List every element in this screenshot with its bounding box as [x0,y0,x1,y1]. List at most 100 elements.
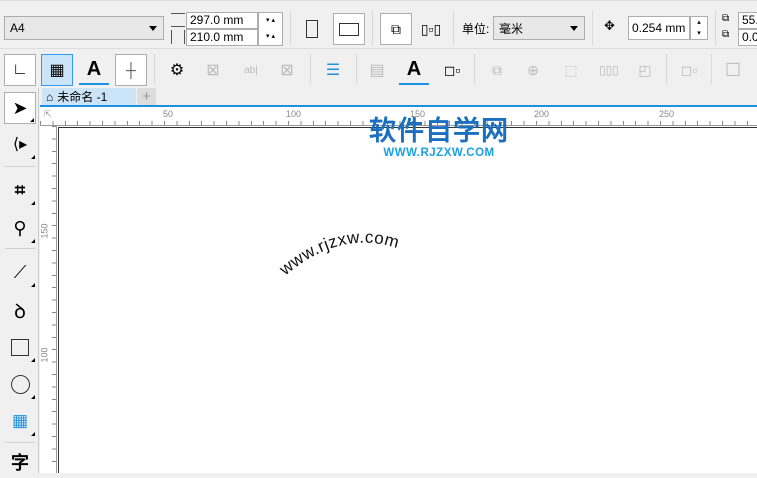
landscape-button[interactable] [333,13,365,45]
text-field-button: ab| [236,55,266,85]
watermark-url: WWW.RJZXW.COM [383,147,495,159]
grid-icon: ▦ [49,62,65,79]
nudge-input[interactable]: 0.254 mm [628,16,690,40]
standard-toolbar: ∟ ▦ A ┼ ⚙ ⊠ ab| ⊠ ☰ ▤ A ◻▫ ⧉ ⊕ ⬚ ▯▯▯ ◰ ◻… [0,48,757,88]
unit-label: 单位: [462,22,490,36]
image-remove-icon: ⊠ [280,62,294,79]
magnifier-icon: ⚲ [13,217,27,238]
ruler-tick-label: 50 [163,109,174,119]
duplicate-y-input[interactable]: 0.0 [738,29,757,46]
freehand-tool[interactable]: ⟋ [4,256,36,288]
rulers-button[interactable]: ∟ [4,54,36,86]
crop-tool[interactable]: ⌗ [4,174,36,206]
document-tabs: ⌂ 未命名 -1 + [40,88,757,107]
drawing-canvas[interactable]: www.rjzxw.com [57,126,757,473]
snap-icon: ◻▫ [443,61,461,78]
insert-image-button: ⊠ [198,55,228,85]
artistic-media-tool[interactable]: ꝺ [4,294,36,326]
zoom-tool[interactable]: ⚲ [4,212,36,244]
snap-bounds-button: ⬚ [556,55,586,85]
node-edit-icon: ⟨▸ [12,136,28,153]
grid-icon: ▦ [11,411,29,430]
scale-button: ◰ [630,55,660,85]
chevron-down-icon [570,26,578,31]
snap-center-icon: ⊕ [527,61,539,78]
lines-icon: ☰ [325,62,341,79]
curved-text: www.rjzxw.com [275,228,401,280]
page-width-input[interactable]: 297.0 mm [186,12,258,29]
table-tool[interactable]: ▦ [4,405,36,437]
frame-icon: ☐ [724,59,742,80]
home-icon: ⌂ [46,89,54,104]
snap-bounds-icon: ⬚ [564,61,578,78]
snap-center-button: ⊕ [518,55,548,85]
vertical-ruler[interactable]: 150 100 [40,126,57,473]
distribute-button: ▯▯▯ [594,55,624,85]
tab-title: 未命名 -1 [57,90,108,104]
pick-tool[interactable]: ➤ [4,92,36,124]
watermark-logo: 软件自学网 WWW.RJZXW.COM [366,116,512,160]
unit-value: 毫米 [499,21,524,36]
text-icon: A [406,57,422,80]
portrait-button[interactable] [297,14,327,44]
page-gear-icon: ⚙ [169,62,185,79]
toolbox: ➤ ⟨▸ ⌗ ⚲ ⟋ ꝺ ▦ 字 [0,88,39,473]
scale-icon: ◰ [638,61,652,78]
grid-button[interactable]: ▦ [41,54,73,86]
rectangle-tool[interactable] [4,331,36,363]
frame-button: ☐ [718,55,748,85]
nudge-icon: ✥ [604,18,615,33]
page-height-icon [171,30,185,44]
svg-text:www.rjzxw.com: www.rjzxw.com [275,228,402,280]
ruler-tick-label: 150 [39,223,50,239]
doc-button: ▤ [362,55,392,85]
snap-nodes-button: ◻▫ [674,55,704,85]
text-tool[interactable]: 字 [4,446,36,478]
ruler-origin-icon: ⇱ [44,109,52,119]
crop-icon: ⌗ [14,179,26,200]
page-size-dropdown[interactable]: A4 [4,16,164,40]
snap-nodes-icon: ◻▫ [680,61,698,78]
property-bar: A4 297.0 mm 210.0 mm ▾ ▴ ▾ ▴ ⧉ ▯▫▯ 单位: 毫米… [0,0,757,48]
remove-image-button: ⊠ [272,55,302,85]
all-pages-button[interactable]: ⧉ [380,13,412,45]
chevron-down-icon [149,26,157,31]
text-baseline-button[interactable]: A [399,55,429,85]
watermark-title: 软件自学网 [369,116,509,147]
text-frame-button[interactable]: A [79,55,109,85]
portrait-icon [306,20,318,38]
current-page-button[interactable]: ▯▫▯ [416,14,446,44]
pointer-icon: ➤ [12,97,28,118]
ellipse-icon [10,374,30,394]
ruler-tick-label: 100 [286,109,302,119]
ruler-tick-label: 250 [659,109,675,119]
curved-text-object[interactable]: www.rjzxw.com [57,126,757,473]
page-size-value: A4 [10,21,25,35]
align-button[interactable]: ☰ [318,55,348,85]
shape-tool[interactable]: ⟨▸ [4,128,36,160]
bars-icon: ▯▫▯ [420,20,442,37]
add-tab-button[interactable]: + [137,88,156,105]
unit-dropdown[interactable]: 毫米 [493,16,585,40]
page-size-spinner[interactable]: ▾ ▴ ▾ ▴ [258,12,283,46]
tab-document[interactable]: ⌂ 未命名 -1 [42,88,136,105]
snap-button[interactable]: ◻▫ [437,55,467,85]
nudge-spinner[interactable]: ▴ ▾ [690,16,708,40]
page-options-button[interactable]: ⚙ [162,55,192,85]
image-add-icon: ⊠ [206,62,220,79]
duplicate-x-icon: ⧉ [722,13,730,24]
line-icon: ⟋ [13,261,27,282]
ellipse-tool[interactable] [4,368,36,400]
page-height-input[interactable]: 210.0 mm [186,29,258,46]
ruler-tick-label: 100 [39,347,50,363]
guidelines-button[interactable]: ┼ [115,54,147,86]
page-width-icon [171,13,185,27]
rectangle-icon [11,338,29,356]
duplicate-y-icon: ⧉ [722,29,730,40]
text-frame-icon: A [86,57,102,80]
distribute-icon: ▯▯▯ [599,63,619,77]
guidelines-icon: ┼ [126,62,136,78]
snap-objects-button: ⧉ [482,55,512,85]
curve-icon: ꝺ [14,300,26,323]
duplicate-x-input[interactable]: 55. [738,12,757,29]
